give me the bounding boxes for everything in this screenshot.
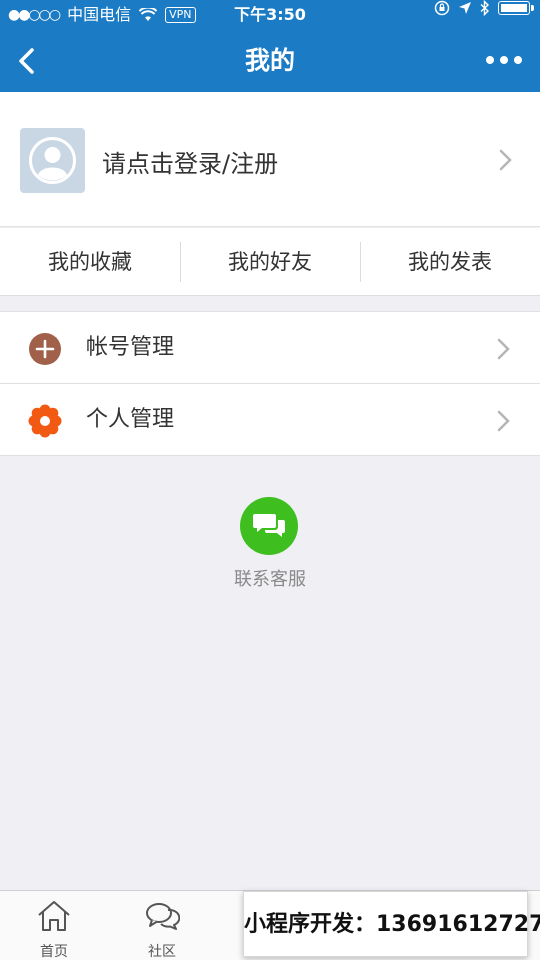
plus-circle-icon — [29, 333, 61, 365]
top-bar: ●●○○○ 中国电信 VPN 下午3:50 我的 — [0, 0, 540, 92]
home-icon — [38, 901, 70, 931]
promo-banner: 小程序开发：13691612727 — [243, 891, 540, 957]
chevron-right-icon — [499, 149, 512, 171]
page-title: 我的 — [244, 46, 295, 75]
my-favorites-button[interactable]: 我的收藏 — [0, 228, 180, 295]
settings-menu: 帐号管理 个人管理 — [0, 311, 540, 456]
contact-service-button[interactable]: 联系客服 — [210, 497, 330, 593]
bluetooth-icon — [480, 0, 490, 16]
login-register-label: 请点击登录/注册 — [102, 150, 279, 178]
shortcut-row: 我的收藏 我的好友 我的发表 — [0, 228, 540, 296]
location-icon — [459, 2, 471, 14]
personal-management-item[interactable]: 个人管理 — [0, 384, 540, 456]
chat-bubbles-icon — [240, 497, 298, 555]
personal-management-label: 个人管理 — [86, 407, 175, 432]
my-posts-button[interactable]: 我的发表 — [360, 228, 540, 295]
more-options-icon[interactable] — [486, 52, 522, 68]
chat-bubbles-glyph — [253, 514, 285, 537]
more-dot — [500, 56, 508, 64]
user-silhouette-icon — [29, 137, 76, 184]
nav-bar: 我的 — [0, 30, 540, 92]
tab-home[interactable]: 首页 — [0, 891, 108, 960]
account-management-item[interactable]: 帐号管理 — [0, 312, 540, 384]
more-dot — [514, 56, 522, 64]
chevron-right-icon — [497, 410, 510, 432]
contact-service-label: 联系客服 — [234, 569, 306, 590]
gear-flower-icon — [28, 404, 62, 438]
more-dot — [486, 56, 494, 64]
login-row[interactable]: 请点击登录/注册 — [0, 92, 540, 227]
tab-community-label: 社区 — [148, 944, 176, 960]
tab-community[interactable]: 社区 — [108, 891, 216, 960]
promo-text: 小程序开发：13691612727 — [244, 912, 540, 937]
account-management-label: 帐号管理 — [86, 335, 175, 360]
avatar-placeholder-icon — [20, 128, 85, 193]
battery-icon — [498, 1, 534, 15]
tab-home-label: 首页 — [40, 944, 68, 960]
chevron-right-icon — [497, 338, 510, 360]
my-friends-button[interactable]: 我的好友 — [180, 228, 360, 295]
orientation-lock-icon — [434, 0, 450, 16]
status-bar: ●●○○○ 中国电信 VPN 下午3:50 — [0, 0, 540, 30]
status-right — [434, 0, 534, 16]
chat-icon — [146, 903, 180, 930]
